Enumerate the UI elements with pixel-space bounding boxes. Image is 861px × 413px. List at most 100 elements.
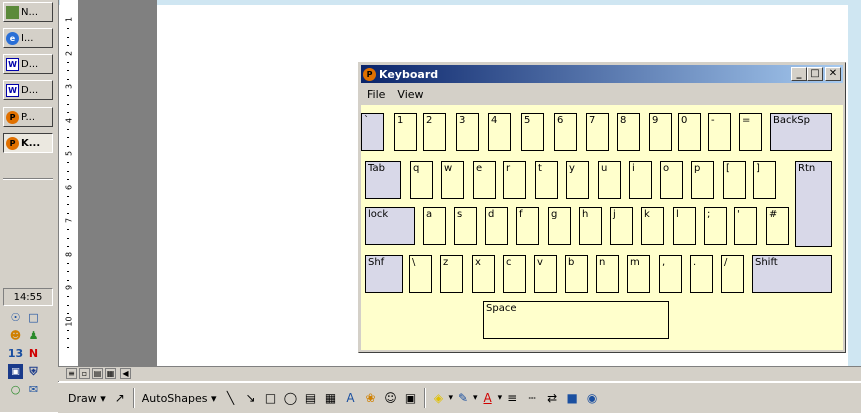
key[interactable]: j	[610, 207, 633, 245]
text-box-icon[interactable]: ▤	[303, 390, 319, 406]
key[interactable]: b	[565, 255, 588, 293]
shield-icon[interactable]: ⛨	[26, 364, 41, 379]
key[interactable]: =	[739, 113, 762, 151]
taskbar-button-keyboard[interactable]: P K...	[3, 133, 53, 153]
key[interactable]: u	[598, 161, 621, 199]
shadow-icon[interactable]: ■	[564, 390, 580, 406]
key[interactable]: [	[723, 161, 746, 199]
key[interactable]: /	[721, 255, 744, 293]
normal-view-icon[interactable]: ≡	[66, 368, 77, 379]
key[interactable]: 1	[394, 113, 417, 151]
taskbar-button-pgp[interactable]: P P...	[3, 107, 53, 127]
diagram-icon[interactable]: ❀	[363, 390, 379, 406]
menu-file[interactable]: File	[361, 88, 391, 101]
key[interactable]: 9	[649, 113, 672, 151]
left-shift-key[interactable]: Shf	[365, 255, 403, 293]
key[interactable]: v	[534, 255, 557, 293]
key[interactable]: d	[485, 207, 508, 245]
space-key[interactable]: Space	[483, 301, 669, 339]
autoshapes-menu-button[interactable]: AutoShapes ▾	[138, 387, 221, 409]
web-layout-icon[interactable]: ▫	[79, 368, 90, 379]
return-key[interactable]: Rtn	[795, 161, 832, 247]
key[interactable]: y	[566, 161, 589, 199]
antivirus-icon[interactable]: N	[26, 346, 41, 361]
volume-icon[interactable]: ▣	[8, 364, 23, 379]
menu-view[interactable]: View	[391, 88, 429, 101]
key[interactable]: p	[691, 161, 714, 199]
key[interactable]: t	[535, 161, 558, 199]
fill-color-icon[interactable]: ◈	[431, 390, 447, 406]
key[interactable]: w	[441, 161, 464, 199]
key[interactable]: \	[409, 255, 432, 293]
key[interactable]: ]	[753, 161, 776, 199]
key[interactable]: r	[503, 161, 526, 199]
users-icon[interactable]: ♟	[26, 328, 41, 343]
taskbar-button-ie[interactable]: e I...	[3, 28, 53, 48]
close-button[interactable]: ✕	[825, 67, 841, 81]
key[interactable]: h	[579, 207, 602, 245]
network-icon[interactable]: ☉	[8, 310, 23, 325]
key[interactable]: ,	[659, 255, 682, 293]
minimize-button[interactable]: _	[791, 67, 807, 81]
wordart-icon[interactable]: A	[343, 390, 359, 406]
key[interactable]: o	[660, 161, 683, 199]
keyboard-titlebar[interactable]: P Keyboard _ □ ✕	[361, 65, 843, 83]
right-shift-key[interactable]: Shift	[752, 255, 832, 293]
monitor-icon[interactable]: □	[26, 310, 41, 325]
tab-key[interactable]: Tab	[365, 161, 401, 199]
key[interactable]: f	[516, 207, 539, 245]
font-color-icon[interactable]: A	[480, 390, 496, 406]
key[interactable]: 8	[617, 113, 640, 151]
select-objects-icon[interactable]: ↗	[112, 390, 128, 406]
key[interactable]: i	[629, 161, 652, 199]
key[interactable]: k	[641, 207, 664, 245]
messenger-icon[interactable]: ☻	[8, 328, 23, 343]
key[interactable]: z	[440, 255, 463, 293]
arrow-icon[interactable]: ↘	[243, 390, 259, 406]
key[interactable]: l	[673, 207, 696, 245]
key[interactable]: '	[734, 207, 757, 245]
taskbar-button-n[interactable]: N...	[3, 2, 53, 22]
print-layout-icon[interactable]: ▤	[92, 368, 103, 379]
connection-icon[interactable]: ○	[8, 382, 23, 397]
clock[interactable]: 14:55	[3, 288, 53, 306]
oval-icon[interactable]: ◯	[283, 390, 299, 406]
key[interactable]: 2	[423, 113, 446, 151]
line-color-icon[interactable]: ✎	[455, 390, 471, 406]
outline-view-icon[interactable]: ▦	[105, 368, 116, 379]
scroll-left-icon[interactable]: ◀	[120, 368, 131, 379]
picture-icon[interactable]: ▣	[403, 390, 419, 406]
key[interactable]: a	[423, 207, 446, 245]
draw-menu-button[interactable]: Draw ▾	[64, 387, 110, 409]
maximize-button[interactable]: □	[807, 67, 823, 81]
3d-icon[interactable]: ◉	[584, 390, 600, 406]
key[interactable]: 5	[521, 113, 544, 151]
line-style-icon[interactable]: ≡	[504, 390, 520, 406]
key[interactable]: n	[596, 255, 619, 293]
dash-style-icon[interactable]: ┄	[524, 390, 540, 406]
taskbar-button-doc1[interactable]: W D...	[3, 54, 53, 74]
clip-art-icon[interactable]: ☺	[383, 390, 399, 406]
key[interactable]: x	[472, 255, 495, 293]
key[interactable]: g	[548, 207, 571, 245]
line-icon[interactable]: ╲	[223, 390, 239, 406]
key[interactable]: m	[627, 255, 650, 293]
key[interactable]: -	[708, 113, 731, 151]
key[interactable]: q	[410, 161, 433, 199]
key[interactable]: ;	[704, 207, 727, 245]
vertical-text-box-icon[interactable]: ▦	[323, 390, 339, 406]
rectangle-icon[interactable]: □	[263, 390, 279, 406]
key[interactable]: 4	[488, 113, 511, 151]
key[interactable]: e	[473, 161, 496, 199]
caps-lock-key[interactable]: lock	[365, 207, 415, 245]
arrow-style-icon[interactable]: ⇄	[544, 390, 560, 406]
key[interactable]: 3	[456, 113, 479, 151]
backspace-key[interactable]: BackSp	[770, 113, 832, 151]
taskbar-button-doc2[interactable]: W D...	[3, 80, 53, 100]
key[interactable]: `	[361, 113, 384, 151]
key[interactable]: #	[766, 207, 789, 245]
key[interactable]: c	[503, 255, 526, 293]
key[interactable]: 6	[554, 113, 577, 151]
key[interactable]: 7	[586, 113, 609, 151]
key[interactable]: s	[454, 207, 477, 245]
